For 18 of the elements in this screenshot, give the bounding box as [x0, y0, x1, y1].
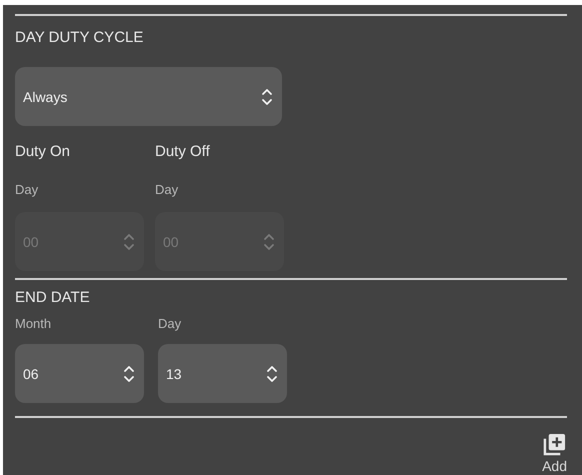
section-title: END DATE	[15, 289, 91, 307]
chevron-updown-icon	[123, 364, 135, 384]
field-heading: Duty On	[15, 143, 72, 161]
chevron-updown-icon	[266, 364, 278, 384]
cycle-select[interactable]: Always	[15, 67, 282, 126]
add-button[interactable]: Add	[542, 433, 567, 474]
date-stepper[interactable]: 13	[158, 344, 287, 403]
chevron-updown-icon	[261, 86, 273, 106]
chevron-updown-icon	[123, 232, 135, 252]
field-label: Month	[15, 316, 52, 332]
section-title: DAY DUTY CYCLE	[15, 29, 144, 47]
field-label: Day	[158, 316, 182, 332]
add-copy-icon	[543, 433, 566, 456]
chevron-updown-icon	[263, 232, 275, 252]
date-stepper[interactable]: 06	[15, 344, 144, 403]
field-label: Day	[155, 182, 180, 198]
field-label: Day	[15, 182, 40, 198]
field-heading: Duty Off	[155, 143, 211, 161]
